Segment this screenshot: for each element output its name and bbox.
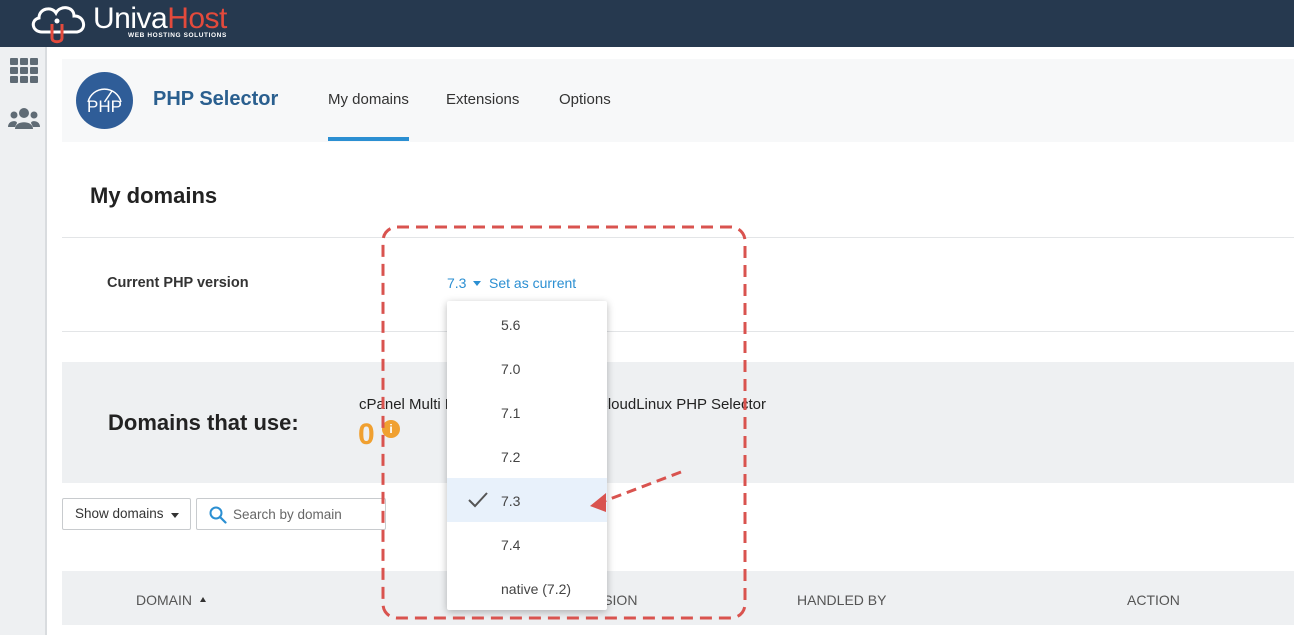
main-content: PHP PHP Selector My domains Extensions O… [62, 47, 1294, 635]
version-option-selected[interactable]: 7.3 [447, 478, 607, 522]
version-option[interactable]: 5.6 [447, 302, 607, 346]
svg-text:PHP: PHP [87, 97, 122, 116]
php-logo: PHP [76, 72, 133, 129]
left-rail [0, 47, 47, 635]
app-header: PHP PHP Selector My domains Extensions O… [62, 59, 1294, 142]
cloud-logo-icon [31, 6, 86, 44]
active-tab-indicator [328, 137, 409, 141]
brand-name: UnivaHost [93, 2, 227, 35]
domains-usage-title: Domains that use: [108, 410, 299, 435]
divider [62, 237, 1294, 238]
search-box[interactable] [196, 498, 386, 530]
set-as-current-link[interactable]: Set as current [489, 275, 576, 291]
version-option[interactable]: 7.0 [447, 346, 607, 390]
checkmark-icon [468, 492, 488, 508]
caret-down-icon [171, 513, 179, 518]
domains-table-header: DOMAIN PHP VERSION HANDLED BY ACTION [62, 571, 1294, 625]
column-action: ACTION [1127, 592, 1180, 608]
top-bar: UnivaHost WEB HOSTING SOLUTIONS [0, 0, 1294, 47]
version-option[interactable]: 7.4 [447, 522, 607, 566]
page-title: My domains [90, 183, 218, 208]
php-version-dropdown: 5.6 7.0 7.1 7.2 7.3 7.4 native (7.2) [447, 301, 607, 610]
caret-down-icon[interactable] [473, 281, 481, 286]
version-option[interactable]: native (7.2) [447, 566, 607, 610]
app-title: PHP Selector [153, 88, 279, 110]
users-icon[interactable] [8, 105, 40, 133]
current-php-version-label: Current PHP version [107, 275, 249, 291]
php-gauge-icon: PHP [87, 88, 122, 116]
show-domains-button[interactable]: Show domains [62, 498, 191, 530]
show-domains-label: Show domains [75, 506, 164, 521]
cloudlinux-selector-label: CloudLinux PHP Selector [597, 396, 766, 413]
tab-my-domains[interactable]: My domains [328, 91, 409, 108]
divider [62, 331, 1294, 332]
sort-ascending-icon[interactable] [200, 597, 206, 602]
info-icon[interactable]: i [382, 420, 400, 438]
brand-tagline: WEB HOSTING SOLUTIONS [128, 32, 227, 39]
cpanel-multiphp-count: 0 [358, 418, 375, 451]
search-icon [209, 506, 227, 524]
domains-usage-panel: Domains that use: cPanel Multi PHP 0 i C… [62, 362, 1294, 483]
column-domain[interactable]: DOMAIN [136, 592, 192, 608]
php-version-select[interactable]: 7.3 [447, 275, 466, 291]
grid-icon[interactable] [8, 57, 40, 85]
tab-options[interactable]: Options [559, 91, 611, 108]
search-input[interactable] [233, 499, 383, 529]
column-handled-by: HANDLED BY [797, 592, 887, 608]
tab-extensions[interactable]: Extensions [446, 91, 519, 108]
version-option[interactable]: 7.2 [447, 434, 607, 478]
version-option[interactable]: 7.1 [447, 390, 607, 434]
